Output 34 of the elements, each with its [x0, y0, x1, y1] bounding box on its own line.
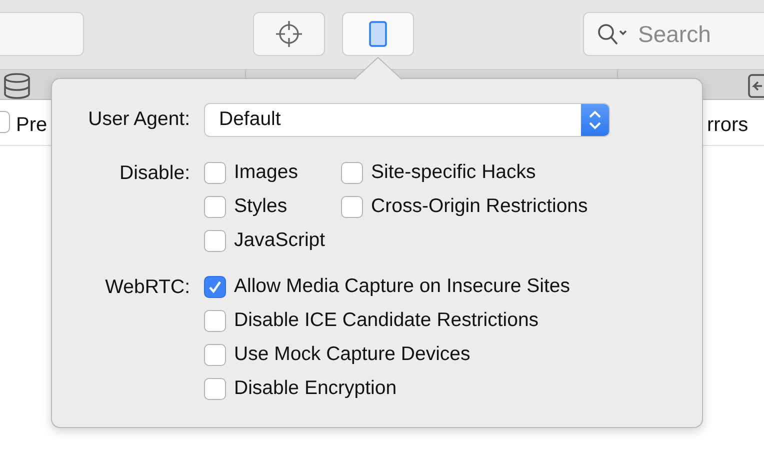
- check-icon: [208, 280, 222, 294]
- checkbox-label: JavaScript: [234, 228, 326, 254]
- device-icon: [369, 21, 387, 47]
- filter-label[interactable]: rrors: [707, 110, 748, 140]
- panel-icon[interactable]: [748, 73, 764, 99]
- checkbox[interactable]: [204, 310, 226, 332]
- checkbox-label: Styles: [234, 194, 288, 220]
- checkbox-label: Disable Encryption: [234, 376, 397, 402]
- target-button[interactable]: [253, 12, 325, 56]
- checkbox[interactable]: [341, 162, 364, 184]
- checkbox[interactable]: [204, 162, 226, 184]
- checkbox-label: Use Mock Capture Devices: [234, 342, 470, 368]
- toolbar-button[interactable]: [0, 12, 84, 56]
- checkbox[interactable]: [204, 276, 226, 298]
- checkbox[interactable]: [204, 230, 226, 252]
- group-label: WebRTC:: [104, 275, 191, 300]
- checkbox-label: Disable ICE Candidate Restrictions: [234, 308, 539, 334]
- device-button[interactable]: [342, 12, 414, 56]
- checkbox-label: Cross-Origin Restrictions: [371, 194, 588, 220]
- checkbox-label: Pre: [16, 113, 48, 138]
- user-agent-select[interactable]: Default: [204, 103, 610, 137]
- checkbox-label: Images: [234, 160, 298, 186]
- search-field[interactable]: Search: [583, 12, 764, 56]
- checkbox[interactable]: [341, 196, 364, 218]
- crosshair-icon: [275, 20, 303, 48]
- checkbox[interactable]: [204, 378, 226, 400]
- checkbox-label: Site-specific Hacks: [371, 160, 536, 186]
- group-label: Disable:: [118, 161, 191, 186]
- checkbox-label: Allow Media Capture on Insecure Sites: [234, 274, 570, 300]
- stepper-icon: [588, 109, 602, 131]
- field-label: User Agent:: [87, 107, 191, 132]
- database-icon: [2, 73, 32, 99]
- checkbox[interactable]: [204, 196, 226, 218]
- checkbox[interactable]: [204, 344, 226, 366]
